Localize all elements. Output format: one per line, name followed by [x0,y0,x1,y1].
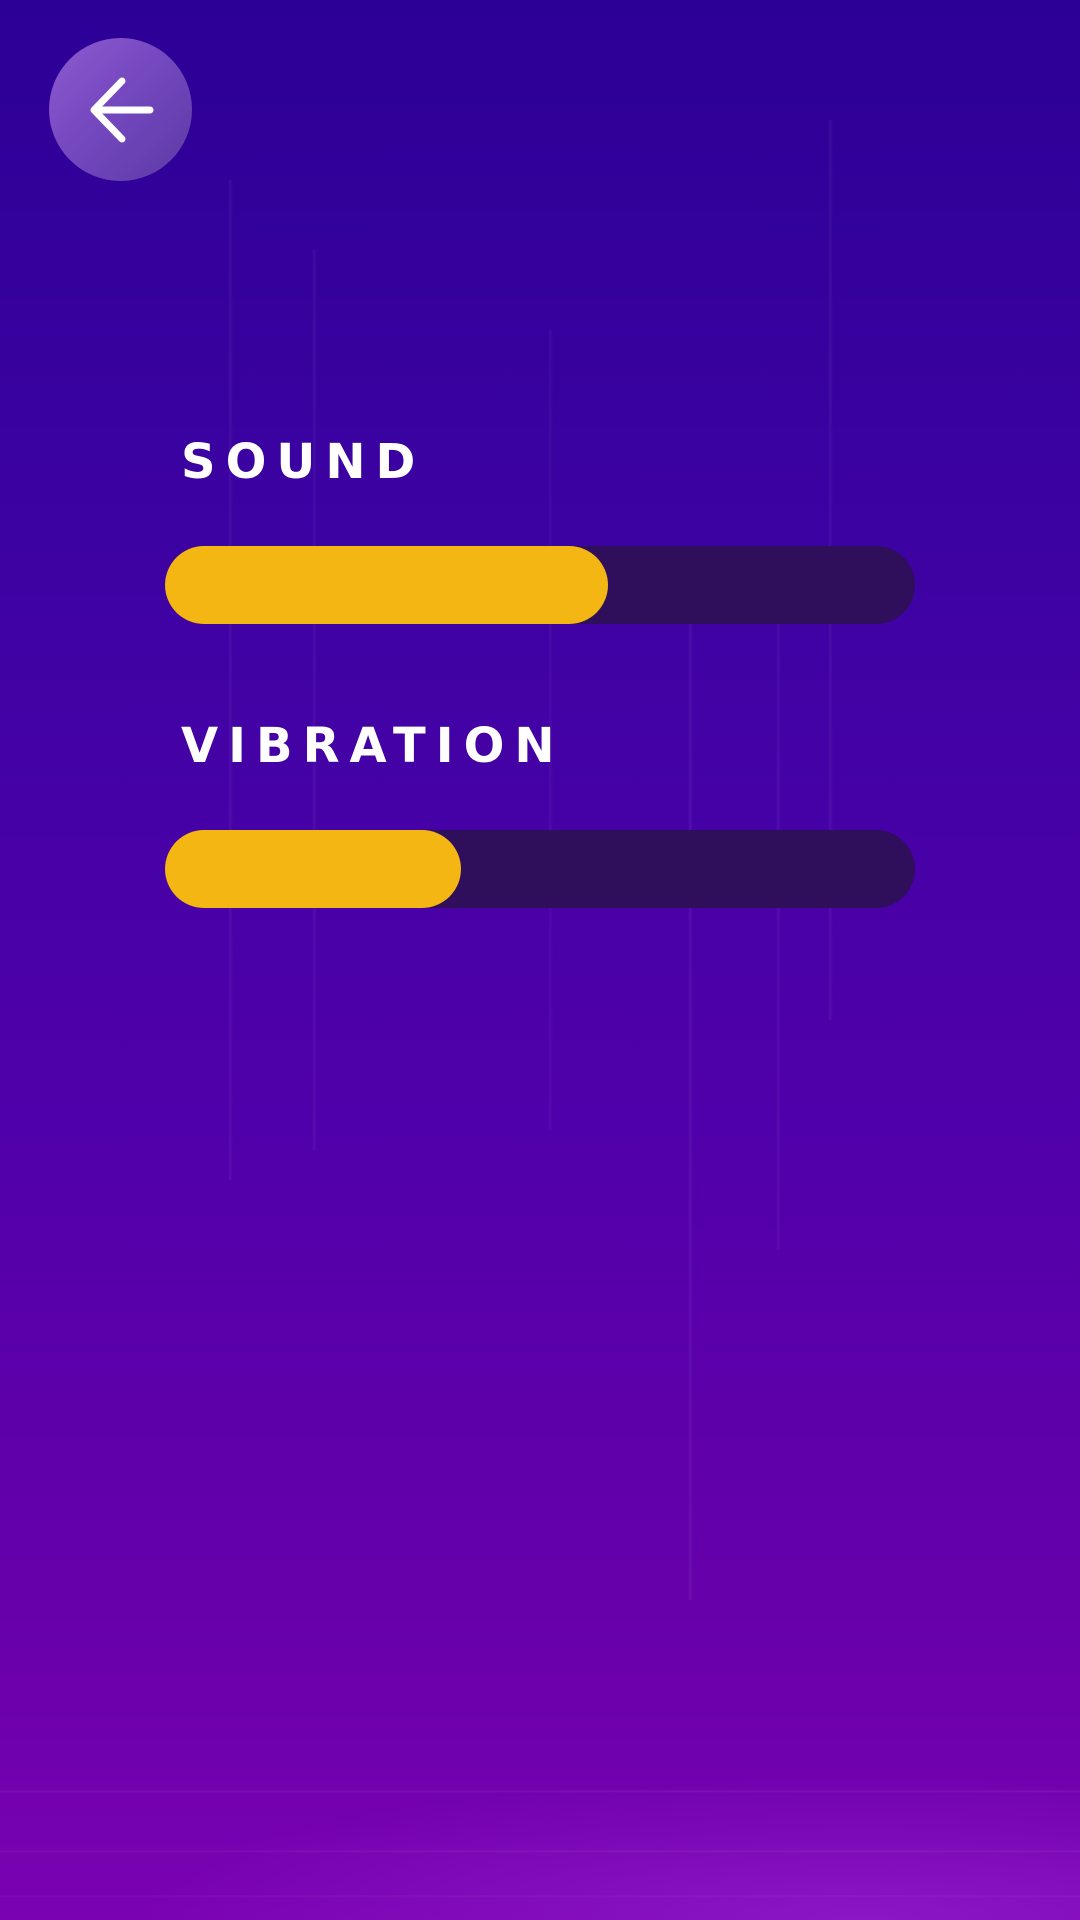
settings-panel: SOUND VIBRATION [165,430,915,908]
sound-label: SOUND [181,434,426,490]
back-button[interactable] [49,38,192,181]
arrow-left-icon [90,77,153,142]
sound-setting: SOUND [165,430,915,624]
sound-slider-fill [165,546,608,624]
vibration-slider[interactable] [165,830,915,908]
vibration-label: VIBRATION [181,718,565,774]
background-light-streaks [0,0,1080,1920]
background-bottom-glow [0,1750,1080,1920]
vibration-setting: VIBRATION [165,714,915,908]
vibration-slider-fill [165,830,462,908]
sound-slider[interactable] [165,546,915,624]
